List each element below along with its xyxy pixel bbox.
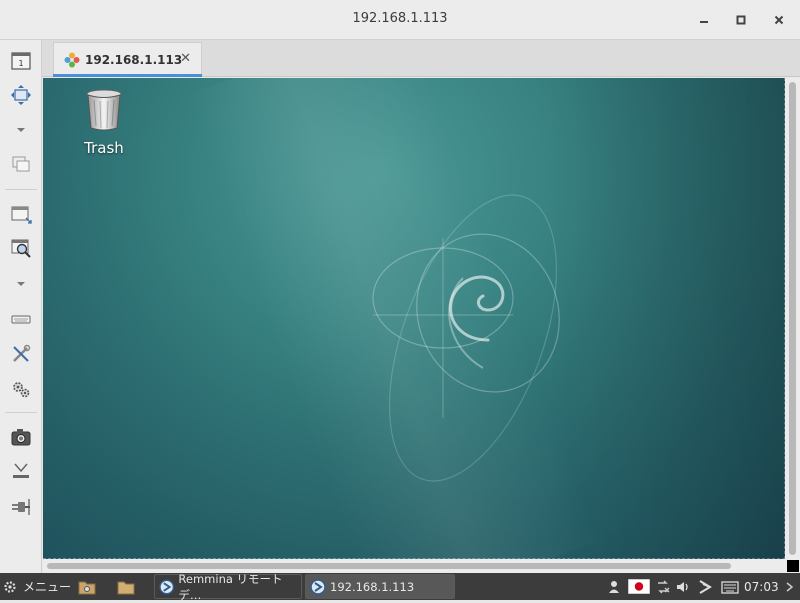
- horizontal-scrollbar[interactable]: [43, 559, 785, 573]
- japan-flag-icon: [628, 579, 650, 594]
- keyboard-layout-icon: [721, 580, 739, 594]
- zoom-scale-icon: [11, 239, 31, 258]
- minimize-window-button[interactable]: [696, 12, 712, 28]
- tray-network[interactable]: [655, 573, 671, 600]
- disconnect-button[interactable]: [8, 494, 34, 520]
- keyboard-icon: [11, 315, 31, 324]
- minimize-connection-button[interactable]: [8, 458, 34, 484]
- tray-keyboard[interactable]: [721, 573, 739, 600]
- maximize-window-button[interactable]: [733, 12, 749, 28]
- plug-icon: [12, 499, 30, 515]
- taskbar: メニュー Remmina リモートデ… 192.168.1.113 07:03: [0, 572, 800, 602]
- folder-icon: [117, 581, 135, 594]
- chevron-right-icon: [786, 581, 794, 592]
- close-icon: [774, 15, 784, 25]
- switch-tab-button[interactable]: 1: [8, 48, 34, 74]
- launcher-screenshot[interactable]: [78, 573, 96, 600]
- minimize-to-tray-icon: [13, 463, 29, 478]
- launcher-files[interactable]: [117, 573, 135, 600]
- user-icon: [609, 580, 619, 593]
- toggle-fit-button[interactable]: [8, 82, 34, 108]
- scaled-window-icon: [11, 206, 32, 224]
- remmina-logo-icon: [64, 52, 80, 68]
- folder-camera-icon: [78, 581, 96, 594]
- remmina-icon: [310, 578, 326, 595]
- window-titlebar: 192.168.1.113: [0, 0, 800, 40]
- network-icon: [658, 579, 670, 594]
- remmina-toolbar: 1: [0, 40, 42, 573]
- maximize-icon: [736, 15, 746, 25]
- task-remmina[interactable]: Remmina リモートデ…: [154, 572, 302, 602]
- gear-icon: [4, 580, 16, 593]
- svg-text:1: 1: [18, 59, 23, 68]
- task-label: 192.168.1.113: [330, 579, 415, 594]
- screenshot-button[interactable]: [8, 424, 34, 450]
- horizontal-scroll-thumb[interactable]: [47, 563, 731, 569]
- debian-swirl-wallpaper: [372, 194, 560, 482]
- tray-user[interactable]: [608, 573, 620, 600]
- remmina-icon: [159, 579, 175, 594]
- menu-button[interactable]: メニュー: [3, 573, 71, 600]
- scroll-corner: [785, 559, 800, 573]
- task-label: Remmina リモートデ…: [178, 571, 283, 602]
- show-desktop-button[interactable]: [785, 573, 795, 600]
- tab-close-button[interactable]: ✕: [180, 51, 191, 66]
- camera-icon: [11, 429, 31, 446]
- scale-dropdown-button[interactable]: [8, 271, 34, 297]
- volume-icon: [677, 581, 688, 592]
- preferences-button[interactable]: [8, 376, 34, 402]
- scaled-mode-button[interactable]: [8, 201, 34, 227]
- chevron-down-icon: [17, 282, 25, 286]
- menu-label: メニュー: [23, 580, 72, 594]
- task-connection[interactable]: 192.168.1.113: [305, 574, 455, 599]
- minimize-icon: [700, 21, 708, 23]
- tray-input-method[interactable]: [628, 573, 650, 600]
- clock: 07:03: [744, 580, 779, 594]
- trash-icon: [86, 89, 122, 131]
- tray-volume[interactable]: [675, 573, 691, 600]
- tab-active-indicator: [53, 74, 202, 77]
- vertical-scrollbar[interactable]: [785, 78, 800, 559]
- trash-label: Trash: [84, 139, 124, 157]
- fit-window-icon: [11, 85, 31, 105]
- close-window-button[interactable]: [771, 12, 787, 28]
- screen-switch-icon: 1: [11, 52, 31, 70]
- multi-monitor-icon: [12, 156, 30, 172]
- fit-dropdown-button[interactable]: [8, 117, 34, 143]
- chevron-down-icon: [17, 128, 25, 132]
- zoom-button[interactable]: [8, 235, 34, 261]
- preferences-icon: [13, 382, 30, 398]
- multi-monitor-button[interactable]: [8, 151, 34, 177]
- desktop-icon-trash[interactable]: Trash: [76, 88, 132, 157]
- tray-remmina[interactable]: [697, 573, 713, 600]
- remmina-tray-icon: [699, 579, 712, 594]
- tools-icon: [13, 344, 31, 362]
- tab-connection[interactable]: 192.168.1.113 ✕: [53, 42, 202, 77]
- tools-button[interactable]: [8, 341, 34, 367]
- tab-strip: 192.168.1.113 ✕: [42, 40, 800, 77]
- window-title: 192.168.1.113: [352, 11, 448, 26]
- remote-desktop[interactable]: Trash: [43, 78, 785, 559]
- grab-keyboard-button[interactable]: [8, 306, 34, 332]
- tab-label: 192.168.1.113: [85, 53, 183, 67]
- vertical-scroll-thumb[interactable]: [789, 82, 796, 555]
